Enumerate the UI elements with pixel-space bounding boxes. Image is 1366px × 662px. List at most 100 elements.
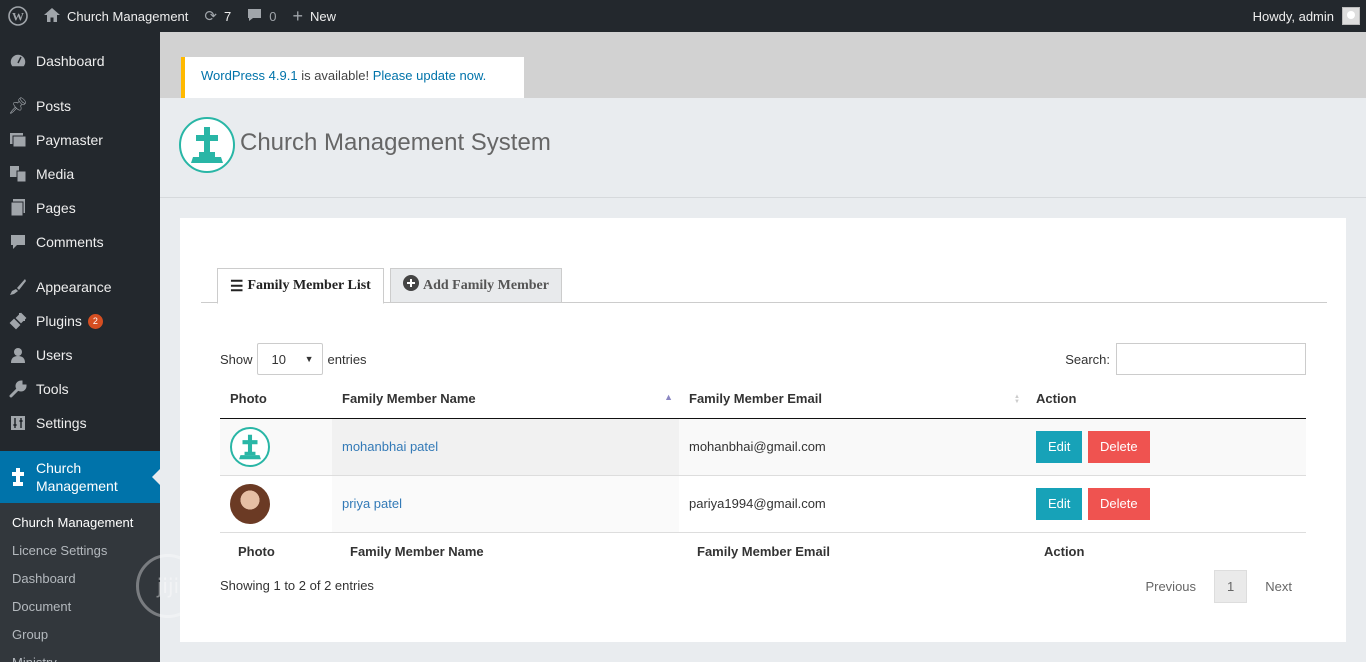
footer-header-name: Family Member Name bbox=[332, 531, 679, 570]
name-cell: priya patel bbox=[332, 475, 679, 533]
tab-label: Add Family Member bbox=[423, 277, 549, 293]
notice-area: WordPress 4.9.1 is available! Please upd… bbox=[160, 32, 1366, 98]
update-notice: WordPress 4.9.1 is available! Please upd… bbox=[181, 57, 524, 98]
wordpress-logo-icon[interactable]: W bbox=[0, 0, 36, 32]
page-length-control: Show 10 ▼ entries bbox=[220, 343, 367, 375]
plugin-header: Church Management System bbox=[160, 98, 1366, 198]
sidebar-item-label: Tools bbox=[36, 381, 69, 397]
family-member-table: Photo Family Member Name Family Member E… bbox=[220, 380, 1306, 570]
footer-header-photo: Photo bbox=[220, 531, 332, 570]
member-name-link[interactable]: mohanbhai patel bbox=[342, 439, 438, 454]
table-info: Showing 1 to 2 of 2 entries bbox=[220, 578, 374, 593]
member-name-link[interactable]: priya patel bbox=[342, 496, 402, 511]
updates-link[interactable]: ⟳ 7 bbox=[196, 0, 239, 32]
sidebar-item-label: Pages bbox=[36, 200, 76, 216]
photo-cell bbox=[220, 475, 332, 533]
sidebar-item-dashboard[interactable]: Dashboard bbox=[0, 44, 160, 78]
delete-button[interactable]: Delete bbox=[1088, 487, 1150, 520]
updates-count: 7 bbox=[223, 8, 232, 24]
main-panel: ☰ Family Member List Add Family Member S… bbox=[180, 218, 1346, 642]
new-content-link[interactable]: + New bbox=[284, 0, 344, 32]
sidebar-item-settings[interactable]: Settings bbox=[0, 406, 160, 440]
sidebar-item-church-management[interactable]: Church Management bbox=[0, 451, 160, 503]
member-logo-avatar bbox=[230, 426, 270, 467]
sidebar-item-paymaster[interactable]: Paymaster bbox=[0, 123, 160, 157]
pages-icon bbox=[8, 198, 28, 218]
edit-button[interactable]: Edit bbox=[1036, 487, 1083, 520]
my-account-link[interactable]: Howdy, admin bbox=[1245, 0, 1366, 32]
comment-bubble-icon bbox=[247, 8, 262, 25]
submenu-item-document[interactable]: Document bbox=[0, 593, 160, 621]
submenu-item-church-management[interactable]: Church Management bbox=[0, 509, 160, 537]
update-now-link[interactable]: Please update now. bbox=[373, 68, 486, 83]
email-cell: pariya1994@gmail.com bbox=[679, 475, 1026, 533]
comment-icon bbox=[8, 232, 28, 252]
sidebar-item-label: Dashboard bbox=[36, 53, 105, 69]
admin-bar: W Church Management ⟳ 7 0 + New Howdy, a… bbox=[0, 0, 1366, 32]
sidebar-item-pages[interactable]: Pages bbox=[0, 191, 160, 225]
submenu-item-ministry[interactable]: Ministry bbox=[0, 649, 160, 662]
tab-family-member-list[interactable]: ☰ Family Member List bbox=[217, 268, 384, 304]
submenu-item-group[interactable]: Group bbox=[0, 621, 160, 649]
images-icon bbox=[8, 130, 28, 150]
entries-select-value: 10 bbox=[271, 351, 286, 367]
sidebar-item-tools[interactable]: Tools bbox=[0, 372, 160, 406]
brush-icon bbox=[8, 277, 28, 297]
sidebar-item-appearance[interactable]: Appearance bbox=[0, 270, 160, 304]
list-icon: ☰ bbox=[230, 278, 244, 295]
member-photo-avatar bbox=[230, 483, 270, 524]
sidebar-item-users[interactable]: Users bbox=[0, 338, 160, 372]
previous-page-button[interactable]: Previous bbox=[1131, 571, 1210, 602]
sidebar-item-label: Plugins bbox=[36, 313, 82, 329]
wrench-icon bbox=[8, 379, 28, 399]
plugin-icon bbox=[8, 311, 28, 331]
entries-select[interactable]: 10 ▼ bbox=[256, 343, 323, 375]
comments-link[interactable]: 0 bbox=[239, 0, 284, 32]
submenu-item-licence-settings[interactable]: Licence Settings bbox=[0, 537, 160, 565]
column-header-photo[interactable]: Photo bbox=[220, 380, 332, 419]
edit-button[interactable]: Edit bbox=[1036, 430, 1083, 463]
table-footer-row: Photo Family Member Name Family Member E… bbox=[220, 531, 1306, 570]
cross-icon bbox=[8, 467, 28, 487]
page-title: Church Management System bbox=[240, 129, 551, 156]
sidebar-item-label: Appearance bbox=[36, 279, 112, 295]
update-notice-text: is available! bbox=[297, 68, 373, 83]
search-input[interactable] bbox=[1116, 343, 1306, 375]
sidebar-item-plugins[interactable]: Plugins 2 bbox=[0, 304, 160, 338]
tab-add-family-member[interactable]: Add Family Member bbox=[390, 268, 562, 303]
church-logo-icon bbox=[179, 117, 235, 173]
wordpress-version-link[interactable]: WordPress 4.9.1 bbox=[201, 68, 298, 83]
column-header-email[interactable]: Family Member Email bbox=[679, 380, 1026, 419]
table-search: Search: bbox=[1065, 343, 1306, 375]
column-header-name[interactable]: Family Member Name bbox=[332, 380, 679, 419]
plugins-update-badge: 2 bbox=[87, 313, 103, 329]
sidebar-item-label: Settings bbox=[36, 415, 87, 431]
new-label: New bbox=[309, 8, 336, 24]
footer-header-action: Action bbox=[1026, 531, 1306, 570]
sidebar-item-label: Media bbox=[36, 166, 75, 182]
user-avatar bbox=[1342, 7, 1360, 25]
home-icon bbox=[44, 7, 60, 25]
site-name: Church Management bbox=[67, 8, 189, 24]
search-label: Search: bbox=[1065, 351, 1110, 367]
pin-icon: 📌︎ bbox=[7, 98, 29, 115]
table-header-row: Photo Family Member Name Family Member E… bbox=[220, 380, 1306, 419]
dropdown-arrow-icon: ▼ bbox=[304, 354, 314, 364]
delete-button[interactable]: Delete bbox=[1088, 430, 1150, 463]
pagination: Previous 1 Next bbox=[1131, 570, 1306, 603]
settings-icon bbox=[8, 413, 28, 433]
page-1-button[interactable]: 1 bbox=[1214, 570, 1248, 603]
howdy-text: Howdy, admin bbox=[1252, 8, 1334, 24]
next-page-button[interactable]: Next bbox=[1251, 571, 1306, 602]
action-cell: Edit Delete bbox=[1026, 475, 1306, 533]
site-name-link[interactable]: Church Management bbox=[36, 0, 196, 32]
sidebar-item-label: Paymaster bbox=[36, 132, 103, 148]
svg-text:W: W bbox=[12, 10, 24, 24]
sidebar-item-comments[interactable]: Comments bbox=[0, 225, 160, 259]
media-icon bbox=[8, 164, 28, 184]
sidebar-item-posts[interactable]: 📌︎ Posts bbox=[0, 89, 160, 123]
show-label: Show bbox=[220, 351, 253, 367]
comments-count: 0 bbox=[269, 8, 277, 24]
sidebar-item-media[interactable]: Media bbox=[0, 157, 160, 191]
name-cell: mohanbhai patel bbox=[332, 418, 679, 476]
